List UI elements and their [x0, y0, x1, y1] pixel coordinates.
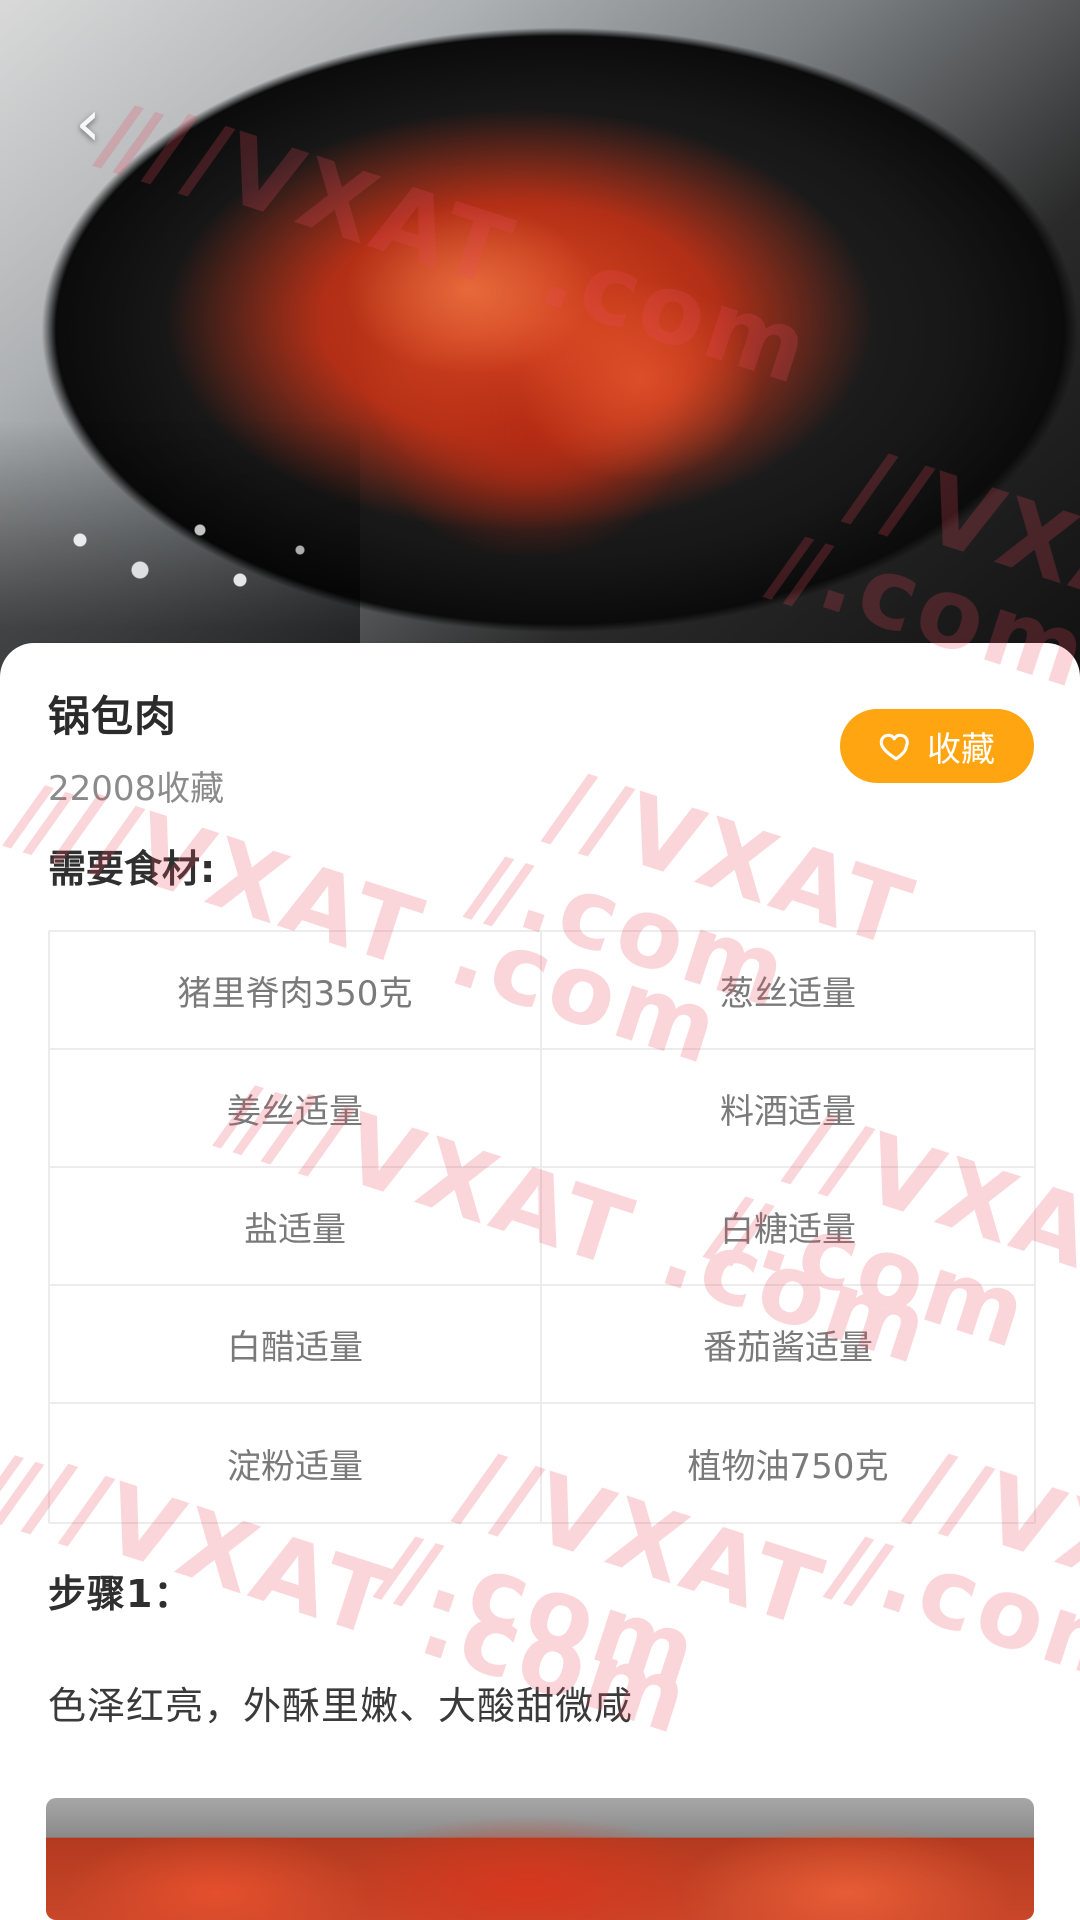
ingredient-cell: 番茄酱适量	[542, 1286, 1034, 1404]
recipe-card: 锅包肉 22008收藏 收藏 需要食材: 猪里脊肉350克 葱丝适量 姜丝适量 …	[0, 643, 1080, 1920]
ingredient-cell: 盐适量	[50, 1168, 542, 1286]
recipe-title: 锅包肉	[48, 692, 178, 741]
ingredient-cell: 葱丝适量	[542, 932, 1034, 1050]
favorites-count: 22008收藏	[48, 769, 225, 809]
ingredient-cell: 植物油750克	[687, 1446, 889, 1487]
ingredient-cell: 姜丝适量	[50, 1050, 542, 1168]
chevron-left-icon: ‹	[75, 87, 101, 161]
ingredient-cell: 白糖适量	[542, 1168, 1034, 1286]
ingredient-cell: 料酒适量	[542, 1050, 1034, 1168]
ingredients-title: 需要食材:	[48, 847, 216, 891]
step-image	[46, 1798, 1034, 1920]
heart-outline-icon	[879, 729, 913, 763]
step-title: 步骤1：	[48, 1572, 193, 1616]
ingredients-table: 猪里脊肉350克 葱丝适量 姜丝适量 料酒适量 盐适量 白糖适量 白醋适量 番茄…	[48, 930, 1036, 1524]
ingredient-cell: 白醋适量	[50, 1286, 542, 1404]
step-description: 色泽红亮，外酥里嫩、大酸甜微咸	[48, 1684, 634, 1728]
hero-food-image	[0, 0, 1080, 680]
ingredient-cell: 猪里脊肉350克	[50, 932, 542, 1050]
favorite-button-label: 收藏	[927, 729, 995, 770]
favorite-button[interactable]: 收藏	[840, 709, 1034, 783]
back-button[interactable]: ‹	[56, 92, 120, 156]
ingredient-cell: 淀粉适量	[50, 1404, 542, 1522]
